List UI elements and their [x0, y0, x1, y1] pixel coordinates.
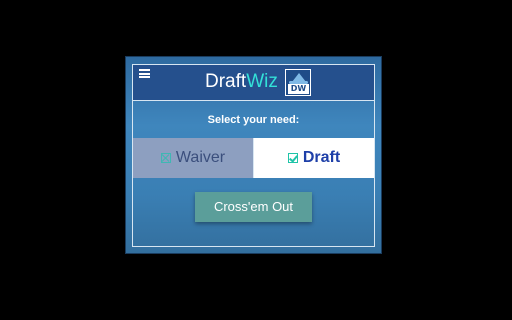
- draft-option[interactable]: Draft: [254, 138, 374, 178]
- logo-monogram: DW: [288, 84, 309, 94]
- draft-label: Draft: [302, 149, 341, 166]
- cross-em-out-button[interactable]: Cross'em Out: [195, 192, 312, 222]
- wizard-logo-icon: DW: [285, 69, 311, 96]
- hamburger-menu-icon[interactable]: [139, 69, 150, 78]
- check-box-icon: [287, 153, 298, 163]
- app-title: DraftWiz: [205, 71, 278, 93]
- waiver-label: Waiver: [175, 149, 226, 166]
- title-accent: Wiz: [246, 71, 278, 92]
- title-main: Draft: [205, 71, 247, 92]
- draftwiz-popup: DraftWiz DW Select your need: Waiver Dra…: [125, 56, 382, 254]
- x-box-icon: [160, 153, 171, 163]
- header-bar: DraftWiz DW: [133, 65, 374, 101]
- waiver-option[interactable]: Waiver: [133, 138, 254, 178]
- select-need-prompt: Select your need:: [207, 114, 300, 126]
- need-toggle: Waiver Draft: [133, 138, 374, 178]
